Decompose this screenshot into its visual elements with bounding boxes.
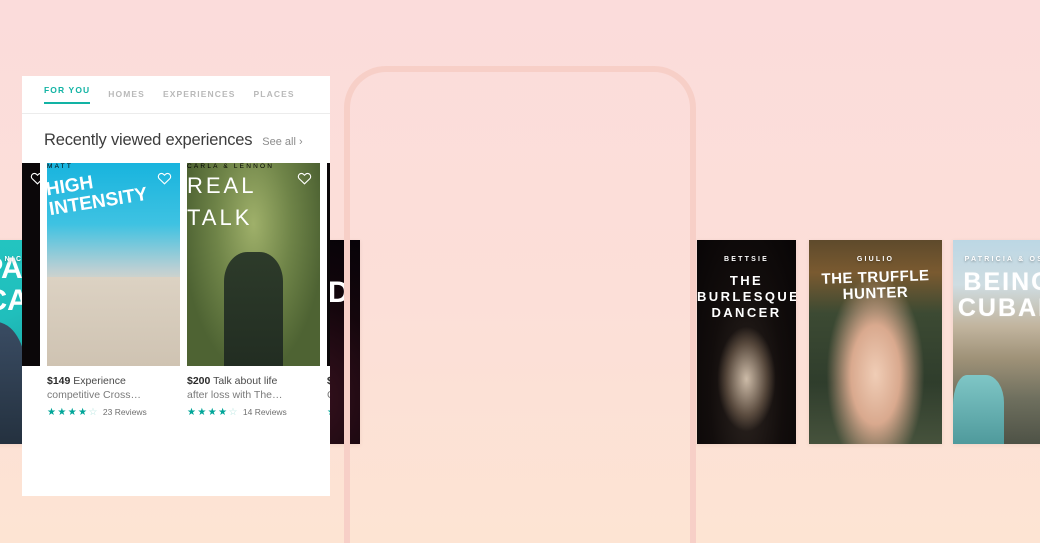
experience-card-meta: $4 Ca ★ xyxy=(327,366,330,418)
experience-card-image xyxy=(22,163,40,366)
star-icon: ★ xyxy=(78,406,88,418)
star-icon-empty: ☆ xyxy=(88,406,98,418)
experience-price-and-desc: $4 xyxy=(327,375,330,389)
experience-host-name: CARLA & LENNON xyxy=(187,163,275,170)
star-icon: ★ xyxy=(187,406,197,418)
experience-desc-line2: after loss with The… xyxy=(187,388,283,401)
experience-desc-line1: Experience xyxy=(73,375,126,387)
star-icon: ★ xyxy=(47,406,57,418)
experience-card[interactable]: MATT HIGH INTENSITY $149 Experience comp… xyxy=(47,163,180,423)
poster-title-line1: THE xyxy=(729,273,764,288)
experience-rating: ★ ★ ★ ★ ☆ 23 Reviews xyxy=(47,407,180,418)
experience-price: $149 xyxy=(47,375,71,387)
poster-host: BETTSIE xyxy=(724,256,769,263)
experience-card-partial-left[interactable] xyxy=(22,163,40,423)
experience-card-image xyxy=(327,163,330,366)
star-icon: ★ xyxy=(197,406,207,418)
experience-price: $200 xyxy=(187,375,211,387)
poster-title-line2: CUBAN xyxy=(957,294,1040,322)
see-all-link[interactable]: See all › xyxy=(262,136,302,148)
star-icon: ★ xyxy=(57,406,67,418)
experience-card[interactable]: CARLA & LENNON REAL TALK $200 Talk about… xyxy=(187,163,320,423)
star-icon: ★ xyxy=(207,406,218,418)
experience-card-partial-right[interactable]: $4 Ca ★ xyxy=(327,163,330,423)
section-title: Recently viewed experiences xyxy=(44,131,253,149)
tab-homes[interactable]: HOMES xyxy=(108,89,145,101)
poster-card[interactable]: BETTSIE THE BURLESQUE DANCER xyxy=(697,240,796,444)
poster-title-line3: DANCER xyxy=(711,305,782,320)
poster-host: PATRICIA & OSC xyxy=(964,256,1040,263)
chevron-right-icon: › xyxy=(298,136,303,148)
poster-host: GIULIO xyxy=(856,256,895,263)
poster-card[interactable]: GIULIO THE TRUFFLE HUNTER xyxy=(809,240,942,444)
see-all-label: See all xyxy=(262,136,296,148)
poster-title-line2: BURLESQUE xyxy=(697,289,796,304)
tab-places[interactable]: PLACES xyxy=(254,89,295,101)
heart-icon[interactable] xyxy=(30,171,40,186)
experience-price: $4 xyxy=(327,375,330,387)
experience-card-meta: $200 Talk about life after loss with The… xyxy=(187,366,320,418)
experience-price-and-desc: $149 Experience xyxy=(47,375,180,389)
experience-card-image: MATT HIGH INTENSITY xyxy=(47,163,180,366)
star-icon: ★ xyxy=(327,407,330,418)
experience-review-count: 14 Reviews xyxy=(242,407,287,418)
heart-icon[interactable] xyxy=(297,171,312,186)
experience-desc-line1: Ca xyxy=(327,389,330,403)
experience-price-and-desc: $200 Talk about life xyxy=(187,375,320,389)
experience-card-image: CARLA & LENNON REAL TALK xyxy=(187,163,320,366)
star-icon: ★ xyxy=(218,406,228,418)
tab-experiences[interactable]: EXPERIENCES xyxy=(163,89,236,101)
experience-rating: ★ xyxy=(327,407,330,418)
app-tab-bar: FOR YOU HOMES EXPERIENCES PLACES xyxy=(22,76,330,114)
star-icon-empty: ☆ xyxy=(228,406,238,418)
heart-icon[interactable] xyxy=(157,171,172,186)
poster-artwork xyxy=(697,240,796,444)
experience-review-count: 23 Reviews xyxy=(102,407,147,418)
screenshot-stage: PARIS CASH NICOLAS GEISYS MALÉCON CANVAS… xyxy=(0,0,1040,543)
experience-card-meta: $149 Experience competitive Cross… ★ ★ ★… xyxy=(47,366,180,418)
phone-mockup-frame xyxy=(344,66,696,543)
tab-for-you[interactable]: FOR YOU xyxy=(44,85,91,104)
experience-desc-line1: Talk about life xyxy=(213,375,278,387)
experience-card-rail[interactable]: MATT HIGH INTENSITY $149 Experience comp… xyxy=(22,163,330,423)
section-header: Recently viewed experiences See all › xyxy=(22,114,330,163)
experience-rating: ★ ★ ★ ★ ☆ 14 Reviews xyxy=(187,407,320,418)
star-icon: ★ xyxy=(67,406,78,418)
phone-screen: FOR YOU HOMES EXPERIENCES PLACES Recentl… xyxy=(22,76,330,496)
poster-title-line1: BEING xyxy=(963,268,1040,296)
experience-desc-line2: competitive Cross… xyxy=(47,388,141,401)
poster-card[interactable]: PATRICIA & OSC BEING CUBAN xyxy=(953,240,1040,444)
